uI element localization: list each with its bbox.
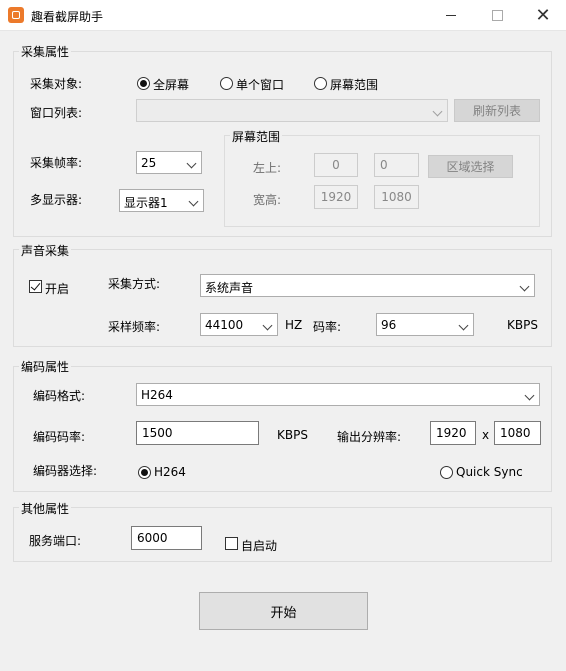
encoding-group-title: 编码属性 bbox=[19, 358, 72, 375]
port-field[interactable]: 6000 bbox=[131, 526, 202, 550]
format-label: 编码格式: bbox=[33, 389, 86, 403]
radio-encoder-h264-label[interactable]: H264 bbox=[154, 465, 186, 479]
radio-fullscreen[interactable] bbox=[137, 77, 150, 90]
audio-bitrate-value: 96 bbox=[381, 318, 397, 332]
window-title: 趣看截屏助手 bbox=[31, 10, 104, 24]
radio-encoder-quicksync-label[interactable]: Quick Sync bbox=[456, 465, 523, 479]
chevron-down-icon bbox=[519, 281, 530, 292]
screen-range-title: 屏幕范围 bbox=[230, 128, 283, 145]
fps-label: 采集帧率: bbox=[30, 156, 83, 170]
width-field[interactable]: 1920 bbox=[314, 185, 358, 209]
radio-single-window-label[interactable]: 单个窗口 bbox=[236, 76, 284, 93]
samplerate-unit: HZ bbox=[285, 318, 303, 332]
resolution-separator: x bbox=[482, 428, 490, 442]
chevron-down-icon bbox=[188, 196, 199, 207]
region-select-button[interactable]: 区域选择 bbox=[428, 155, 513, 178]
topleft-label: 左上: bbox=[253, 161, 282, 175]
audio-group-title: 声音采集 bbox=[19, 242, 72, 259]
screen-range-group bbox=[224, 135, 540, 227]
fps-value: 25 bbox=[141, 156, 157, 170]
window-list-select[interactable] bbox=[136, 99, 448, 122]
radio-encoder-h264[interactable] bbox=[138, 466, 151, 479]
samplerate-value: 44100 bbox=[205, 318, 244, 332]
radio-screen-range[interactable] bbox=[314, 77, 327, 90]
left-field[interactable]: 0 bbox=[314, 153, 358, 177]
chevron-down-icon bbox=[432, 106, 443, 117]
audio-method-select[interactable]: 系统声音 bbox=[200, 274, 535, 297]
autostart-label[interactable]: 自启动 bbox=[241, 537, 277, 554]
display-label: 多显示器: bbox=[30, 193, 83, 207]
audio-method-label: 采集方式: bbox=[108, 277, 161, 291]
audio-bitrate-unit: KBPS bbox=[507, 318, 538, 332]
video-bitrate-label: 编码码率: bbox=[33, 430, 86, 444]
chevron-down-icon bbox=[262, 320, 273, 331]
top-field[interactable]: 0 bbox=[374, 153, 419, 177]
autostart-checkbox[interactable] bbox=[225, 537, 238, 550]
audio-enable-label[interactable]: 开启 bbox=[45, 280, 69, 297]
minimize-icon[interactable] bbox=[428, 0, 474, 31]
chevron-down-icon bbox=[458, 320, 469, 331]
audio-bitrate-select[interactable]: 96 bbox=[376, 313, 474, 336]
other-group bbox=[13, 507, 552, 562]
resolution-width-field[interactable]: 1920 bbox=[430, 421, 476, 445]
fps-select[interactable]: 25 bbox=[136, 151, 202, 174]
close-icon[interactable]: ✕ bbox=[520, 0, 566, 31]
port-label: 服务端口: bbox=[29, 534, 82, 548]
resolution-height-field[interactable]: 1080 bbox=[494, 421, 541, 445]
audio-method-value: 系统声音 bbox=[205, 281, 254, 295]
format-value: H264 bbox=[141, 388, 173, 402]
chevron-down-icon bbox=[524, 390, 535, 401]
samplerate-label: 采样频率: bbox=[108, 320, 161, 334]
size-label: 宽高: bbox=[253, 193, 282, 207]
radio-encoder-quicksync[interactable] bbox=[440, 466, 453, 479]
display-select[interactable]: 显示器1 bbox=[119, 189, 204, 212]
resolution-label: 输出分辨率: bbox=[337, 430, 402, 444]
encoder-label: 编码器选择: bbox=[33, 464, 98, 478]
recorder-app-icon bbox=[8, 7, 24, 23]
radio-single-window[interactable] bbox=[220, 77, 233, 90]
window-list-label: 窗口列表: bbox=[30, 106, 83, 120]
title-bar: 趣看截屏助手 ✕ bbox=[0, 0, 566, 31]
other-group-title: 其他属性 bbox=[19, 500, 72, 517]
video-bitrate-unit: KBPS bbox=[277, 428, 308, 442]
maximize-icon[interactable] bbox=[474, 0, 520, 31]
audio-enable-checkbox[interactable] bbox=[29, 280, 42, 293]
audio-bitrate-label: 码率: bbox=[313, 320, 342, 334]
radio-fullscreen-label[interactable]: 全屏幕 bbox=[153, 76, 189, 93]
start-button[interactable]: 开始 bbox=[199, 592, 368, 630]
height-field[interactable]: 1080 bbox=[374, 185, 419, 209]
samplerate-select[interactable]: 44100 bbox=[200, 313, 278, 336]
capture-target-label: 采集对象: bbox=[30, 77, 83, 91]
radio-screen-range-label[interactable]: 屏幕范围 bbox=[330, 76, 378, 93]
capture-group-title: 采集属性 bbox=[19, 43, 72, 60]
chevron-down-icon bbox=[186, 158, 197, 169]
video-bitrate-field[interactable]: 1500 bbox=[136, 421, 259, 445]
display-value: 显示器1 bbox=[124, 196, 168, 210]
refresh-list-button[interactable]: 刷新列表 bbox=[454, 99, 540, 122]
format-select[interactable]: H264 bbox=[136, 383, 540, 406]
